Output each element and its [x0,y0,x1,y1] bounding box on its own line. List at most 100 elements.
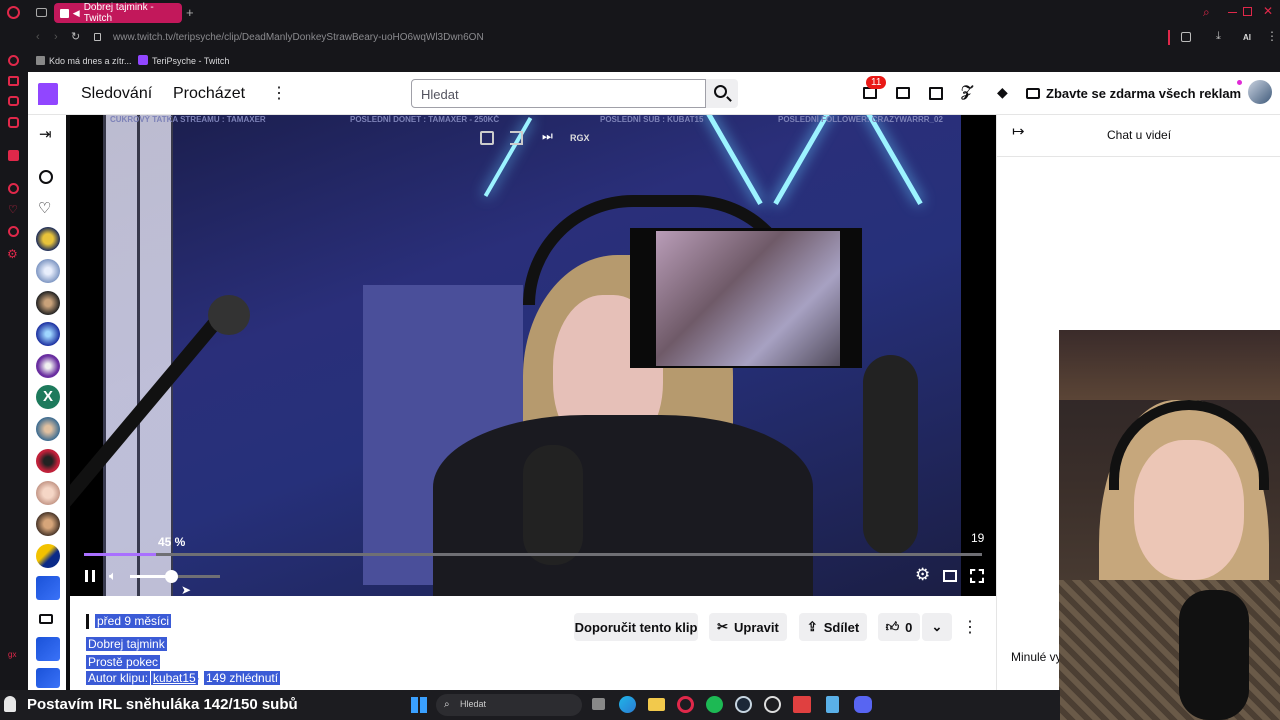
sidebar-gx-icon[interactable]: gx [8,650,16,659]
spotify-icon[interactable] [706,696,723,713]
channel-avatar[interactable] [36,259,60,283]
search-input[interactable]: Hledat [411,79,706,108]
collapse-chat-icon[interactable]: ↦ [1012,122,1025,140]
close-window-icon[interactable]: ✕ [1263,4,1273,18]
sidebar-aria-icon[interactable] [8,55,19,66]
overlay-last-follower: POSLEDNÍ FOLLOWER: CRAZYWARRR_02 [778,115,943,124]
channel-avatar[interactable]: X [36,385,60,409]
stream-video-frame [70,115,961,596]
reload-icon[interactable]: ↻ [71,30,80,43]
volume-slider-thumb[interactable] [164,570,178,583]
pause-icon[interactable] [85,570,95,582]
bits-icon[interactable]: ◆ [997,84,1008,101]
channel-avatar[interactable] [36,668,60,688]
channel-avatar[interactable] [36,481,60,505]
settings-gear-icon[interactable]: ⚙ [915,565,930,585]
mail-icon[interactable] [896,87,910,99]
explorer-icon[interactable] [648,698,665,711]
sidebar-history-icon[interactable] [8,226,19,237]
twitch-logo-icon[interactable] [38,83,58,105]
edge-icon[interactable] [619,696,636,713]
opera-gx-icon[interactable] [677,696,694,713]
chat-past-text: Minulé vy [1011,650,1062,664]
extensions-icon[interactable] [1181,32,1191,42]
channel-avatar[interactable] [36,449,60,473]
channel-avatar[interactable] [36,227,60,251]
bookmark-item-2[interactable]: TeriPsyche - Twitch [152,56,229,66]
windows-start-icon[interactable] [411,697,427,713]
share-button[interactable]: ⇪ Sdílet [799,613,867,641]
lock-icon [94,33,101,41]
new-tab-icon[interactable]: + [186,5,194,20]
search-button[interactable] [706,79,738,108]
taskview-icon[interactable] [592,698,605,710]
sidebar-settings-icon[interactable]: ⚙ [7,247,18,261]
download-icon[interactable]: ⤓ [1216,30,1221,43]
url-text[interactable]: www.twitch.tv/teripsyche/clip/DeadManlyD… [113,32,484,43]
steam-icon[interactable] [735,696,752,713]
back-icon[interactable]: ‹ [36,31,40,43]
minimize-icon[interactable] [1228,12,1237,13]
video-player[interactable]: CUKROVÝ TATKA STREAMU : TAMAXER POSLEDNÍ… [70,115,996,596]
whispers-icon[interactable] [929,87,943,100]
turbo-icon[interactable]: 𝒵 [961,83,972,100]
clip-author-link[interactable]: kubat15 [151,671,198,685]
rgx-label[interactable]: RGX [570,133,590,143]
tab-audio-icon[interactable]: ◀ [73,8,80,19]
recommend-clip-button[interactable]: Doporučit tento klip [574,613,698,641]
clip-category[interactable]: Prostě pokec [86,655,161,669]
discord-icon[interactable] [854,696,872,713]
exit-icon[interactable] [510,131,523,145]
sidebar-twitch-icon[interactable] [8,150,19,161]
bookmark-item-1[interactable]: Kdo má dnes a zítr... [49,56,132,66]
like-dropdown-button[interactable]: ⌄ [922,613,952,641]
neon-light [693,115,763,206]
volume-icon[interactable]: 🔈︎ [109,568,117,584]
ad-free-button[interactable]: Zbavte se zdarma všech reklam [1026,80,1241,107]
channel-avatar[interactable] [36,417,60,441]
sidebar-messenger-icon[interactable] [8,96,19,106]
sidebar-shopping-icon[interactable] [8,76,19,86]
maximize-icon[interactable] [1243,7,1252,16]
channel-avatar[interactable] [36,291,60,315]
browser-tab-active[interactable]: ◀ Dobrej tajmink - Twitch [54,2,182,24]
volume-slider[interactable] [130,570,220,583]
followed-heart-icon[interactable]: ♡ [38,199,51,217]
edit-clip-button[interactable]: ✂ Upravit [709,613,787,641]
channel-avatar[interactable] [36,512,60,536]
channel-avatar[interactable] [36,322,60,346]
sidebar-heart-icon[interactable]: ♡ [8,203,18,216]
channel-avatar[interactable] [36,576,60,600]
toolbar-ai-label[interactable]: AI [1243,33,1251,42]
opera-logo-icon[interactable] [7,6,20,19]
user-avatar[interactable] [1248,80,1272,104]
sidebar-player-icon[interactable] [8,183,19,194]
nav-browse[interactable]: Procházet [173,85,245,103]
channel-avatar[interactable] [36,544,60,568]
expand-sidebar-icon[interactable]: ⇥ [39,125,52,143]
sidebar-instagram-icon[interactable] [8,117,19,128]
search-tabs-icon[interactable]: ⌕ [1203,5,1210,20]
clip-title: Dobrej tajmink [86,637,167,651]
neon-light [483,117,533,197]
recommended-icon[interactable] [39,170,53,184]
progress-bar[interactable] [84,553,982,556]
more-kebab-icon[interactable]: ⋮ [271,83,287,103]
menu-kebab-icon[interactable]: ⋮ [1266,29,1278,43]
like-button[interactable]: 👍︎ 0 [878,613,920,641]
nav-following[interactable]: Sledování [81,85,152,103]
notepad-icon[interactable] [826,696,839,713]
app-red-icon[interactable] [793,696,811,713]
video-camera-icon[interactable] [39,614,53,624]
tab-manager-icon[interactable] [36,8,47,17]
taskbar-search[interactable]: ⌕ Hledat [436,694,582,716]
popout-icon[interactable] [480,131,494,145]
forward-icon[interactable]: › [54,31,58,43]
channel-avatar[interactable] [36,354,60,378]
channel-avatar[interactable] [36,637,60,661]
skip-icon[interactable]: ⏭ [542,129,553,144]
clip-more-kebab-icon[interactable]: ⋮ [962,617,978,637]
theater-mode-icon[interactable] [943,570,957,582]
obs-icon[interactable] [764,696,781,713]
fullscreen-icon[interactable] [970,569,984,583]
